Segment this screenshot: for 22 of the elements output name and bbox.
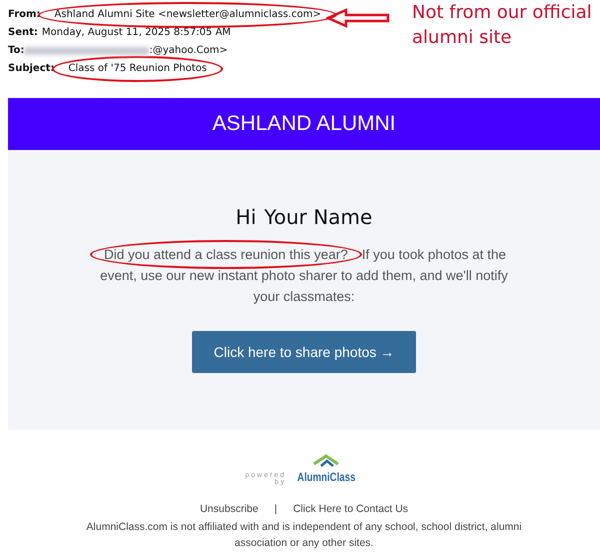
header-value: :@yahoo.Com> (149, 44, 228, 58)
footer-link[interactable]: Click Here to Contact Us (293, 502, 408, 518)
header-label: To: (8, 44, 24, 58)
disclaimer-text: AlumniClass.com is not affiliated with and is independent of any school, school district, alumni association or any other sites. (85, 520, 523, 550)
header-label: Subject: (8, 62, 54, 76)
message-text: If you took photos at the (362, 246, 506, 264)
greeting-text: Hi (236, 204, 256, 231)
footer-link[interactable]: Unsubscribe (200, 502, 258, 518)
recipient-name: Your Name (264, 204, 372, 231)
header-value: Monday, August 11, 2025 8:57:05 AM (42, 26, 231, 40)
question-text: Did you attend a class reunion this year? (104, 247, 348, 262)
header-label: From: (8, 8, 40, 22)
banner-title: ASHLAND ALUMNI (212, 111, 396, 138)
header-value: Ashland Alumni Site <newsletter@alumniclass.com> (54, 9, 322, 20)
header-value: Class of '75 Reunion Photos (68, 63, 207, 74)
logo-text: AlumniClass (297, 469, 356, 486)
logo-icon (312, 454, 340, 468)
link-separator: | (274, 502, 278, 517)
message-text: event, use our new instant photo sharer to add them, and we'll notify your classmates: (99, 267, 509, 306)
header-label: Sent: (8, 26, 38, 40)
share-photos-button[interactable]: Click here to share photos → (192, 331, 416, 373)
annotation-text: Not from our official alumni site (412, 1, 593, 50)
